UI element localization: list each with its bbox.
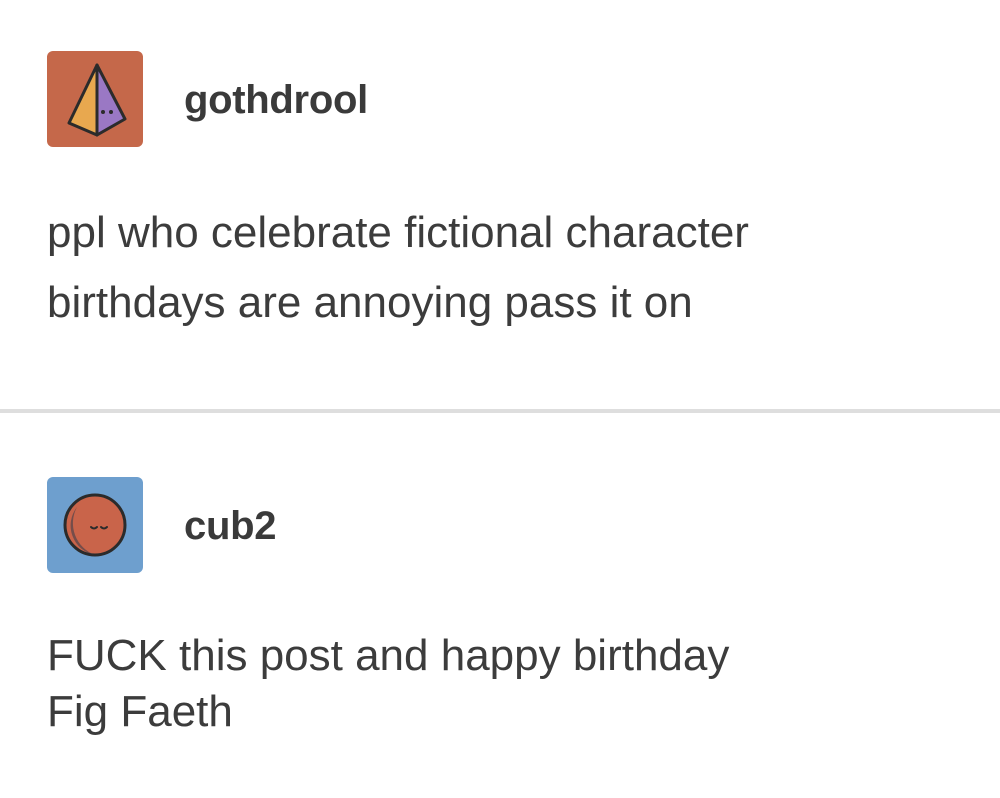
avatar[interactable] — [47, 51, 143, 147]
pyramid-face-icon — [47, 51, 143, 147]
post-text-line: FUCK this post and happy birthday — [47, 631, 730, 680]
avatar[interactable] — [47, 477, 143, 573]
post-text-line: ppl who celebrate fictional character — [47, 208, 749, 257]
post-text: ppl who celebrate fictional character bi… — [47, 198, 977, 338]
post-text-line: Fig Faeth — [47, 687, 233, 736]
sleeping-moon-face-icon — [47, 477, 143, 573]
post-gothdrool: gothdrool ppl who celebrate fictional ch… — [0, 0, 1000, 410]
post-cub2: cub2 FUCK this post and happy birthday F… — [0, 414, 1000, 798]
username[interactable]: cub2 — [184, 502, 276, 550]
post-text-line: birthdays are annoying pass it on — [47, 278, 693, 327]
post-divider — [0, 409, 1000, 413]
username[interactable]: gothdrool — [184, 76, 368, 124]
post-text: FUCK this post and happy birthday Fig Fa… — [47, 628, 977, 740]
